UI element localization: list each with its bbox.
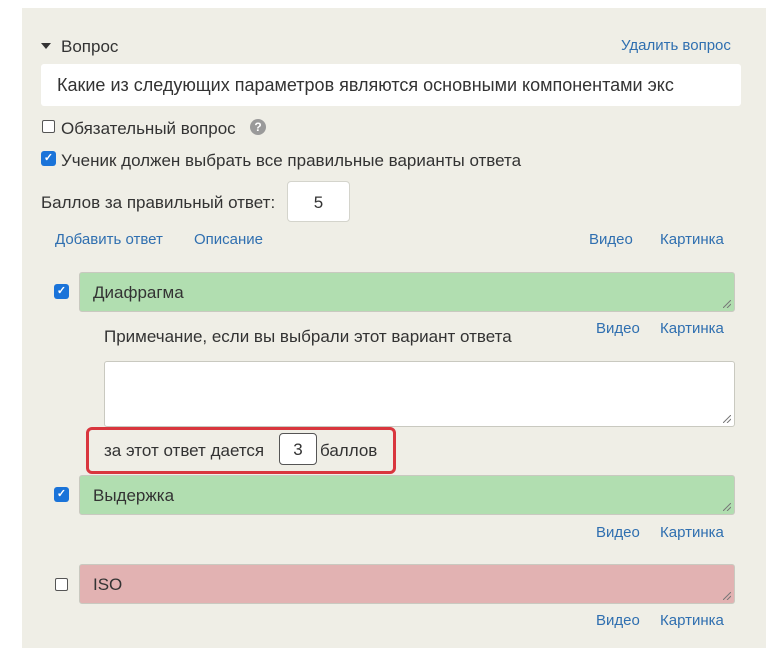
- picture-link[interactable]: Картинка: [660, 231, 724, 248]
- delete-question-link[interactable]: Удалить вопрос: [621, 37, 731, 54]
- video-link[interactable]: Видео: [589, 231, 633, 248]
- help-icon[interactable]: ?: [250, 119, 266, 135]
- answer-3-video-link[interactable]: Видео: [596, 612, 640, 629]
- description-link[interactable]: Описание: [194, 231, 263, 248]
- required-checkbox[interactable]: [42, 120, 55, 133]
- score-prefix: за этот ответ дается: [104, 441, 265, 460]
- resize-handle-icon[interactable]: [723, 415, 731, 423]
- answer-3-picture-link[interactable]: Картинка: [660, 612, 724, 629]
- note-picture-link[interactable]: Картинка: [660, 320, 724, 337]
- add-answer-link[interactable]: Добавить ответ: [55, 231, 163, 248]
- answer-2-video-link[interactable]: Видео: [596, 524, 640, 541]
- answer-score-input[interactable]: 3: [279, 433, 317, 465]
- all-correct-checkbox[interactable]: ✓: [41, 151, 56, 166]
- answer-1-checkbox[interactable]: ✓: [54, 284, 69, 299]
- score-suffix: баллов: [320, 441, 378, 460]
- answer-1-input[interactable]: Диафрагма: [79, 272, 735, 312]
- note-textarea[interactable]: [104, 361, 735, 427]
- answer-2-text: Выдержка: [93, 486, 175, 505]
- answer-3-text: ISO: [93, 575, 123, 594]
- required-label: Обязательный вопрос: [61, 119, 236, 138]
- answer-2-input[interactable]: Выдержка: [79, 475, 735, 515]
- answer-2-checkbox[interactable]: ✓: [54, 487, 69, 502]
- answer-1-text: Диафрагма: [93, 283, 184, 302]
- points-input[interactable]: 5: [287, 181, 350, 222]
- resize-handle-icon[interactable]: [723, 300, 731, 308]
- resize-handle-icon[interactable]: [723, 503, 731, 511]
- resize-handle-icon[interactable]: [723, 592, 731, 600]
- question-text-input[interactable]: Какие из следующих параметров являются о…: [41, 64, 741, 106]
- answer-3-input[interactable]: ISO: [79, 564, 735, 604]
- collapse-triangle-icon[interactable]: [41, 43, 51, 49]
- note-video-link[interactable]: Видео: [596, 320, 640, 337]
- answer-2-picture-link[interactable]: Картинка: [660, 524, 724, 541]
- all-correct-label: Ученик должен выбрать все правильные вар…: [61, 151, 522, 170]
- points-label: Баллов за правильный ответ:: [41, 193, 276, 212]
- question-header-label[interactable]: Вопрос: [61, 37, 118, 57]
- note-label: Примечание, если вы выбрали этот вариант…: [104, 327, 512, 346]
- answer-3-checkbox[interactable]: [55, 578, 68, 591]
